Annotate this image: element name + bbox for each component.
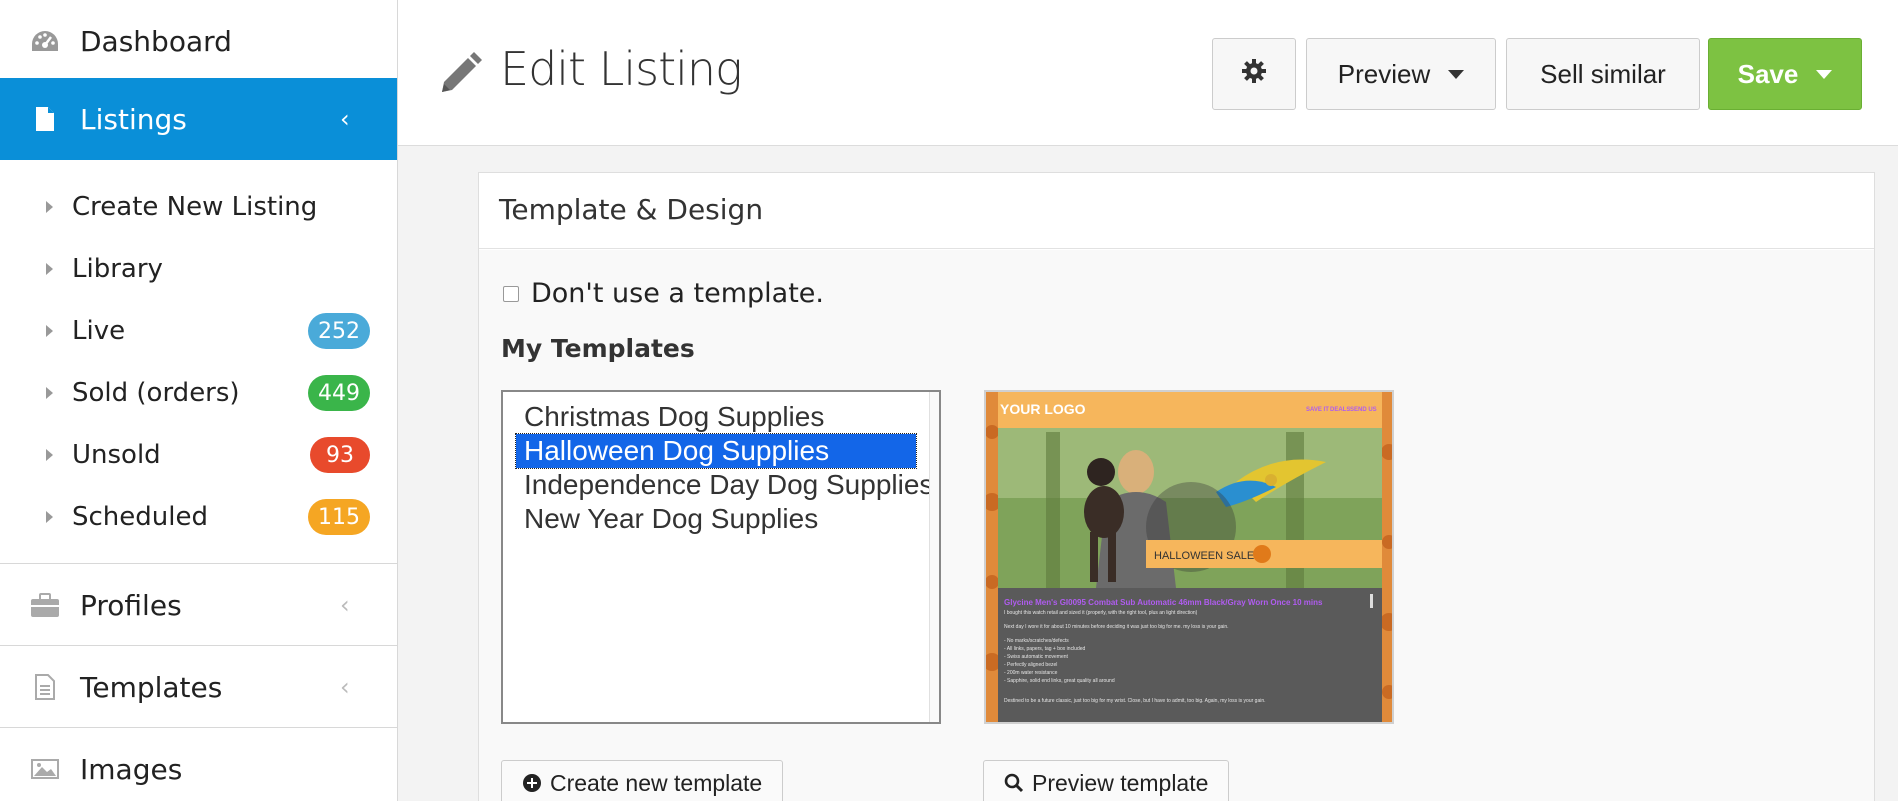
dashboard-icon <box>30 26 60 56</box>
preview-banner: HALLOWEEN SALE! <box>1154 550 1257 562</box>
template-option[interactable]: Christmas Dog Supplies <box>521 400 827 434</box>
save-button[interactable]: Save <box>1708 38 1862 110</box>
page-title: Edit Listing <box>500 42 743 96</box>
preview-text-line: - Swiss automatic movement <box>1004 654 1069 660</box>
template-option[interactable]: New Year Dog Supplies <box>521 502 821 536</box>
preview-label: Preview <box>1337 58 1431 89</box>
chevron-left-icon: ‹ <box>340 105 350 133</box>
settings-button[interactable] <box>1212 38 1296 110</box>
save-label: Save <box>1737 58 1799 89</box>
sidebar-subitem-unsold[interactable]: Unsold 93 <box>0 424 397 486</box>
count-badge: 449 <box>308 375 370 411</box>
caret-down-icon <box>1816 69 1833 79</box>
my-templates-label: My Templates <box>501 334 695 363</box>
chevron-left-icon: ‹ <box>340 591 350 619</box>
preview-text-line: I bought this watch retail and sized it … <box>1004 610 1198 616</box>
panel-title: Template & Design <box>499 193 764 226</box>
create-template-label: Create new template <box>550 769 763 796</box>
sell-similar-button[interactable]: Sell similar <box>1506 38 1700 110</box>
page-header: Edit Listing Preview Sell similar Save <box>398 0 1898 146</box>
preview-text-line: Next day I wore it for about 10 minutes … <box>1004 624 1229 630</box>
caret-right-icon <box>46 325 53 337</box>
preview-nav-item: SAVE IT <box>1306 407 1329 413</box>
listbox-scrollbar[interactable] <box>929 392 939 722</box>
preview-text-line: - Sapphire, solid end links, great quali… <box>1004 678 1115 684</box>
sidebar-subitem-label: Live <box>72 316 126 346</box>
sell-similar-label: Sell similar <box>1540 58 1666 89</box>
preview-template-button[interactable]: Preview template <box>983 760 1230 801</box>
count-badge: 93 <box>310 437 370 473</box>
sidebar-subitem-library[interactable]: Library <box>0 238 397 300</box>
preview-item-title: Glycine Men's GI0095 Combat Sub Automati… <box>1004 598 1323 607</box>
sidebar-item-listings[interactable]: Listings ‹ <box>0 78 397 160</box>
sidebar-item-label: Dashboard <box>80 24 232 58</box>
create-template-button[interactable]: Create new template <box>501 760 784 801</box>
sidebar-subitem-sold[interactable]: Sold (orders) 449 <box>0 362 397 424</box>
templates-listbox[interactable]: Christmas Dog Supplies Halloween Dog Sup… <box>501 390 941 724</box>
sidebar-item-label: Templates <box>80 670 223 704</box>
pencil-icon <box>436 46 486 96</box>
preview-text-line: - All links, papers, tag + box included <box>1004 646 1086 652</box>
preview-logo: YOUR LOGO <box>1000 401 1086 417</box>
sidebar: Dashboard Listings ‹ Create New Listing … <box>0 0 398 801</box>
panel-body: Don't use a template. My Templates Chris… <box>479 250 1874 801</box>
sidebar-item-images[interactable]: Images <box>0 728 397 801</box>
template-design-panel: Template & Design Don't use a template. … <box>478 172 1875 801</box>
preview-dropdown-button[interactable]: Preview <box>1306 38 1496 110</box>
image-icon <box>30 754 60 784</box>
no-template-checkbox[interactable] <box>503 285 519 302</box>
preview-template-label: Preview template <box>1032 769 1209 796</box>
sidebar-subitem-live[interactable]: Live 252 <box>0 300 397 362</box>
caret-right-icon <box>46 511 53 523</box>
sidebar-subitem-label: Library <box>72 254 163 284</box>
template-option[interactable]: Independence Day Dog Supplies <box>521 468 936 502</box>
template-preview-thumbnail[interactable]: YOUR LOGO SAVE IT DEALS SEND US HALLOWEE… <box>984 390 1394 724</box>
sidebar-subitem-create-new-listing[interactable]: Create New Listing <box>0 176 397 238</box>
briefcase-icon <box>30 590 60 620</box>
sidebar-item-templates[interactable]: Templates ‹ <box>0 646 397 728</box>
sidebar-item-dashboard[interactable]: Dashboard <box>0 0 397 82</box>
count-badge: 252 <box>308 313 370 349</box>
count-badge: 115 <box>308 499 370 535</box>
sidebar-item-label: Profiles <box>80 588 182 622</box>
caret-right-icon <box>46 449 53 461</box>
document-icon <box>30 104 60 134</box>
sidebar-item-label: Listings <box>80 102 187 136</box>
caret-right-icon <box>46 263 53 275</box>
sidebar-item-profiles[interactable]: Profiles ‹ <box>0 564 397 646</box>
preview-text-line: - Perfectly aligned bezel <box>1004 662 1057 668</box>
template-option-selected[interactable]: Halloween Dog Supplies <box>515 433 917 469</box>
sidebar-subitem-label: Unsold <box>72 440 161 470</box>
sidebar-subitem-label: Scheduled <box>72 502 208 532</box>
template-preview-image: YOUR LOGO SAVE IT DEALS SEND US HALLOWEE… <box>986 392 1392 722</box>
preview-nav-item: DEALS <box>1330 407 1350 413</box>
gear-icon <box>1241 58 1267 91</box>
search-icon <box>1004 773 1024 793</box>
plus-circle-icon <box>522 773 542 793</box>
preview-text-line: - No marks/scratches/defects <box>1004 638 1069 644</box>
no-template-row: Don't use a template. <box>503 278 824 309</box>
panel-header: Template & Design <box>479 173 1874 249</box>
file-text-icon <box>30 672 60 702</box>
sidebar-subitem-label: Sold (orders) <box>72 378 240 408</box>
caret-right-icon <box>46 201 53 213</box>
caret-right-icon <box>46 387 53 399</box>
sidebar-item-label: Images <box>80 752 183 786</box>
caret-down-icon <box>1448 69 1465 79</box>
preview-nav-item: SEND US <box>1350 407 1377 413</box>
preview-text-line: - 200m water resistance <box>1004 670 1058 676</box>
no-template-label: Don't use a template. <box>531 278 824 309</box>
preview-text-line: Destined to be a future classic, just to… <box>1004 698 1266 704</box>
sidebar-subitem-label: Create New Listing <box>72 192 318 222</box>
chevron-left-icon: ‹ <box>340 673 350 701</box>
sidebar-subitem-scheduled[interactable]: Scheduled 115 <box>0 486 397 548</box>
main-content: Template & Design Don't use a template. … <box>398 146 1898 801</box>
